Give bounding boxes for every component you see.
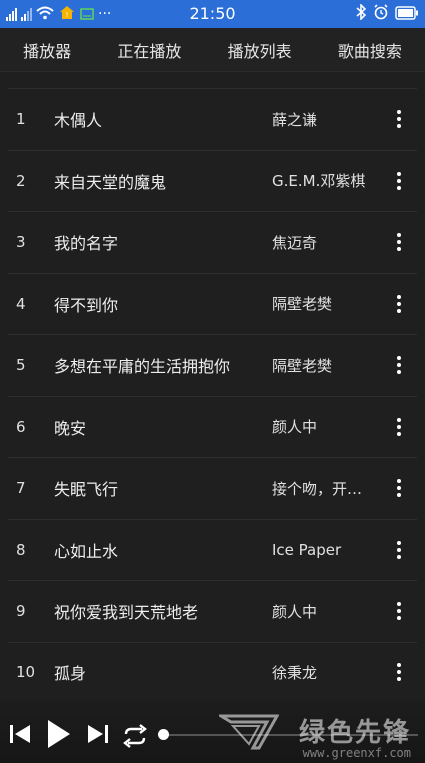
signal-icon xyxy=(21,7,32,21)
more-options-icon[interactable] xyxy=(384,657,414,687)
song-title: 失眠飞行 xyxy=(54,480,119,500)
song-index: 1 xyxy=(16,110,26,129)
song-row[interactable]: 6 晚安 颜人中 xyxy=(8,395,417,458)
song-row[interactable]: 10 孤身 徐秉龙 xyxy=(8,641,417,703)
song-list: 1 木偶人 薛之谦 2 来自天堂的魔鬼 G.E.M.邓紫棋 3 我的名字 焦迈奇… xyxy=(8,88,417,703)
progress-track[interactable] xyxy=(163,734,418,736)
more-options-icon[interactable] xyxy=(384,473,414,503)
song-index: 5 xyxy=(16,356,26,375)
song-title: 孤身 xyxy=(54,664,87,684)
song-index: 6 xyxy=(16,417,26,436)
signal-icon xyxy=(6,7,17,21)
song-artist: G.E.M.邓紫棋 xyxy=(272,172,366,191)
repeat-icon[interactable] xyxy=(121,722,149,750)
bluetooth-icon xyxy=(355,3,367,24)
tab-bar: 播放器 正在播放 播放列表 歌曲搜索 xyxy=(0,28,425,72)
song-row[interactable]: 9 祝你爱我到天荒地老 颜人中 xyxy=(8,580,417,642)
next-icon[interactable] xyxy=(84,720,112,748)
more-options-icon[interactable] xyxy=(384,412,414,442)
song-title: 木偶人 xyxy=(54,111,103,131)
progress-knob[interactable] xyxy=(157,729,169,740)
song-row[interactable]: 7 失眠飞行 接个吻，开… xyxy=(8,457,417,519)
more-options-icon[interactable] xyxy=(384,350,414,380)
previous-icon[interactable] xyxy=(6,720,34,748)
tab-playlist[interactable]: 播放列表 xyxy=(218,32,302,68)
song-artist: 隔壁老樊 xyxy=(272,356,333,375)
song-index: 10 xyxy=(16,663,36,682)
song-artist: Ice Paper xyxy=(272,540,342,559)
song-artist: 颜人中 xyxy=(272,602,318,621)
tab-song-search[interactable]: 歌曲搜索 xyxy=(328,32,412,68)
song-title: 多想在平庸的生活拥抱你 xyxy=(54,357,231,377)
more-options-icon[interactable] xyxy=(384,227,414,257)
song-index: 9 xyxy=(16,602,26,621)
status-right-icons xyxy=(269,3,419,24)
tab-now-playing[interactable]: 正在播放 xyxy=(107,32,191,68)
svg-text:!: ! xyxy=(66,11,69,19)
song-title: 来自天堂的魔鬼 xyxy=(54,172,167,192)
song-artist: 焦迈奇 xyxy=(272,233,318,252)
song-row[interactable]: 1 木偶人 薛之谦 xyxy=(8,88,417,150)
song-artist: 徐秉龙 xyxy=(272,663,318,682)
tab-player[interactable]: 播放器 xyxy=(13,32,81,68)
alarm-icon xyxy=(373,4,389,24)
battery-icon xyxy=(395,5,419,24)
song-row[interactable]: 5 多想在平庸的生活拥抱你 隔壁老樊 xyxy=(8,334,417,396)
song-index: 4 xyxy=(16,294,26,313)
more-dots-icon: ··· xyxy=(98,6,112,22)
home-icon: ! xyxy=(58,4,76,24)
song-title: 心如止水 xyxy=(54,541,119,561)
song-artist: 接个吻，开… xyxy=(272,479,363,498)
song-title: 祝你爱我到天荒地老 xyxy=(54,603,199,623)
more-options-icon[interactable] xyxy=(384,535,414,565)
song-artist: 颜人中 xyxy=(272,418,318,437)
wifi-icon xyxy=(36,5,54,24)
song-artist: 隔壁老樊 xyxy=(272,295,333,314)
song-index: 8 xyxy=(16,540,26,559)
song-title: 得不到你 xyxy=(54,295,119,315)
song-index: 3 xyxy=(16,233,26,252)
song-title: 我的名字 xyxy=(54,234,119,254)
more-options-icon[interactable] xyxy=(384,166,414,196)
song-title: 晚安 xyxy=(54,418,87,438)
song-row[interactable]: 3 我的名字 焦迈奇 xyxy=(8,211,417,273)
song-index: 2 xyxy=(16,171,26,190)
song-row[interactable]: 8 心如止水 Ice Paper xyxy=(8,518,417,581)
more-options-icon[interactable] xyxy=(384,289,414,319)
more-options-icon[interactable] xyxy=(384,104,414,134)
message-icon xyxy=(80,5,94,24)
status-bar: ! ··· xyxy=(0,0,425,28)
song-row[interactable]: 4 得不到你 隔壁老樊 xyxy=(8,272,417,335)
status-left-icons: ! ··· xyxy=(6,4,156,24)
song-artist: 薛之谦 xyxy=(272,110,318,129)
play-icon[interactable] xyxy=(44,716,74,752)
song-index: 7 xyxy=(16,479,26,498)
more-options-icon[interactable] xyxy=(384,596,414,626)
song-row[interactable]: 2 来自天堂的魔鬼 G.E.M.邓紫棋 xyxy=(8,149,417,212)
